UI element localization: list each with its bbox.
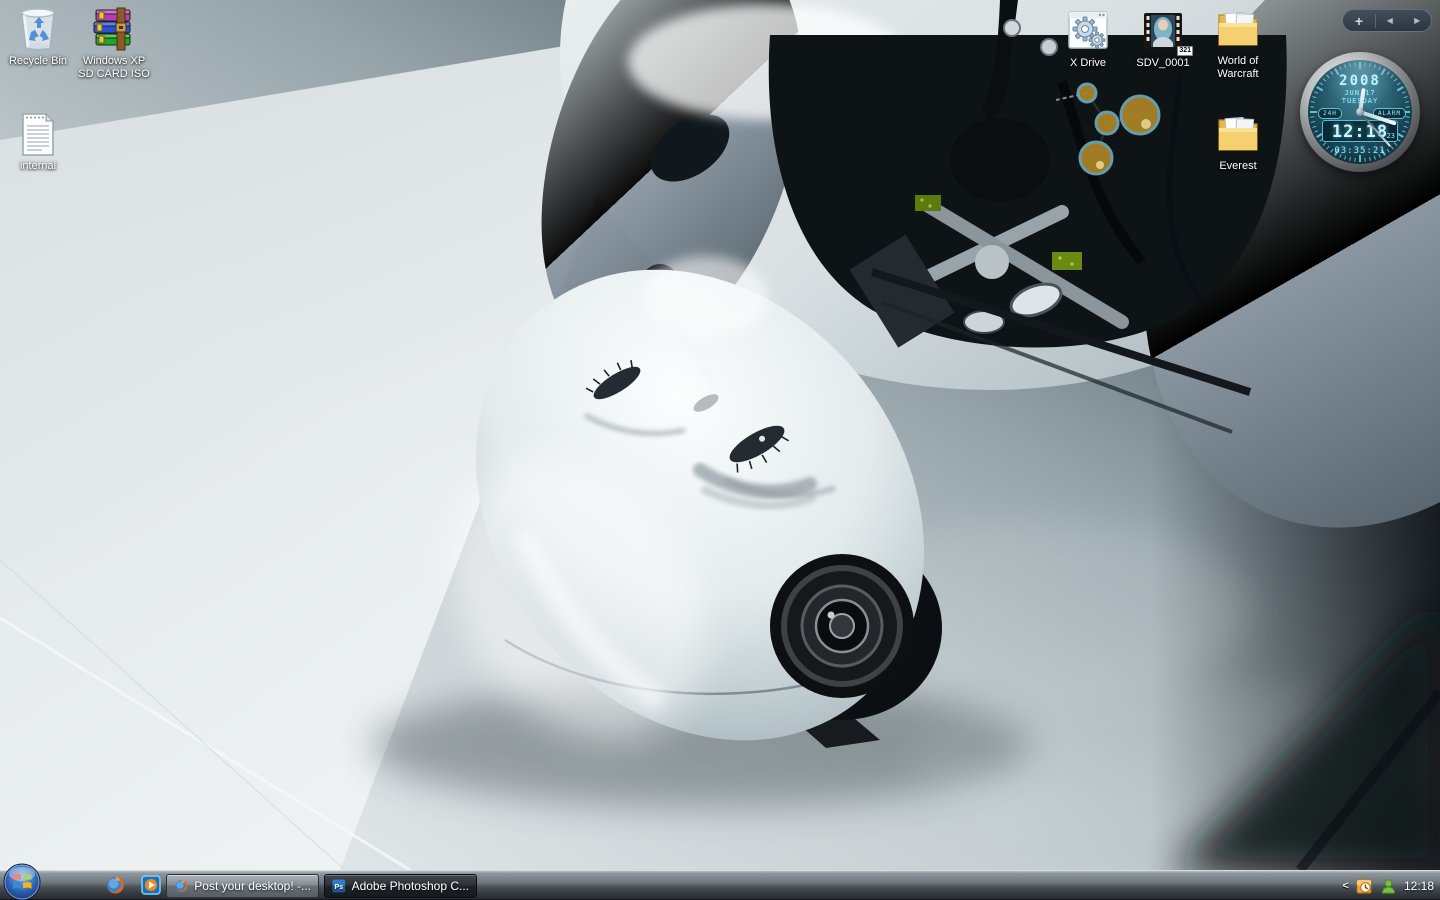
reminder-clock-icon[interactable] (1356, 878, 1373, 895)
taskbar-button-firefox-window[interactable]: Post your desktop! -... (166, 874, 319, 898)
photoshop-icon: Ps (332, 879, 346, 893)
clock-year: 2008 (1339, 73, 1381, 89)
desktop-icon-label: SDV_0001 (1136, 57, 1190, 69)
desktop-icon-label: World of Warcraft (1217, 55, 1259, 80)
clock-mode-badge: 24H (1318, 108, 1342, 119)
desktop-icon-label: X Drive (1069, 57, 1107, 69)
taskbar: Post your desktop! -... Ps Adobe Photosh… (0, 863, 1440, 900)
app-gears-icon (1068, 11, 1108, 49)
gadget-prev-button[interactable]: ◀ (1376, 16, 1404, 25)
svg-text:Ps: Ps (334, 882, 343, 891)
desktop-icon-recycle-bin[interactable]: Recycle Bin (0, 5, 76, 68)
desktop-icon-x-drive[interactable]: X Drive (1050, 7, 1126, 70)
clock-digital-panel: 12:18 23 (1322, 120, 1398, 142)
clock-alarm-time: 03:35:21 (1334, 146, 1386, 156)
desktop-icon-internal[interactable]: internal (0, 110, 76, 173)
desktop-icon-label: Windows XP SD CARD ISO (78, 55, 150, 80)
desktop-icon-world-of-warcraft[interactable]: World of Warcraft (1200, 5, 1276, 81)
windows-media-player-icon (141, 875, 161, 895)
gadget-sidebar-controls: + ◀ ▶ (1342, 9, 1432, 32)
clock-digital-seconds: 23 (1386, 132, 1395, 140)
quicklaunch-windows-media-player[interactable] (140, 874, 162, 896)
winrar-archive-icon (93, 7, 131, 51)
clock-gadget[interactable]: 2008 JUN 17 TUESDAY 24H ALARM 12:18 23 0… (1300, 52, 1420, 172)
desktop-icon-label: internal (19, 160, 57, 172)
desktop-icon-winrar-iso[interactable]: Windows XP SD CARD ISO (76, 5, 152, 81)
desktop-screen: Recycle Bin Windows XP SD CARD ISO inter… (0, 0, 1440, 900)
tray-expand-chevron[interactable]: < (1343, 880, 1349, 892)
desktop-icon-label: Recycle Bin (8, 55, 68, 67)
tray-clock[interactable]: 12:18 (1404, 879, 1434, 893)
desktop-icon-everest[interactable]: Everest (1200, 110, 1276, 173)
system-tray: < 12:18 (1343, 871, 1434, 900)
taskbar-button-label: Adobe Photoshop C... (351, 879, 469, 893)
firefox-icon (107, 876, 124, 894)
messenger-buddy-icon[interactable] (1380, 878, 1397, 895)
desktop-icon-label: Everest (1219, 160, 1257, 172)
clock-face: 2008 JUN 17 TUESDAY 24H ALARM 12:18 23 0… (1308, 60, 1412, 164)
windows-start-orb-icon (3, 863, 41, 900)
gadget-next-button[interactable]: ▶ (1404, 16, 1432, 25)
taskbar-button-label: Post your desktop! -... (194, 879, 311, 893)
recycle-bin-icon (21, 8, 55, 50)
media-player-classic-badge: 321 (1177, 46, 1193, 56)
text-document-icon (22, 112, 55, 156)
taskbar-button-photoshop-window[interactable]: Ps Adobe Photoshop C... (324, 874, 477, 898)
folder-icon (1218, 116, 1258, 151)
folder-icon (1218, 11, 1258, 46)
clock-center-hub (1356, 108, 1364, 116)
firefox-icon (175, 879, 188, 893)
start-button[interactable] (2, 863, 42, 900)
desktop-icon-sdv-0001[interactable]: 321 SDV_0001 (1125, 7, 1201, 70)
add-gadget-button[interactable]: + (1343, 11, 1375, 31)
quicklaunch-firefox[interactable] (104, 874, 126, 896)
